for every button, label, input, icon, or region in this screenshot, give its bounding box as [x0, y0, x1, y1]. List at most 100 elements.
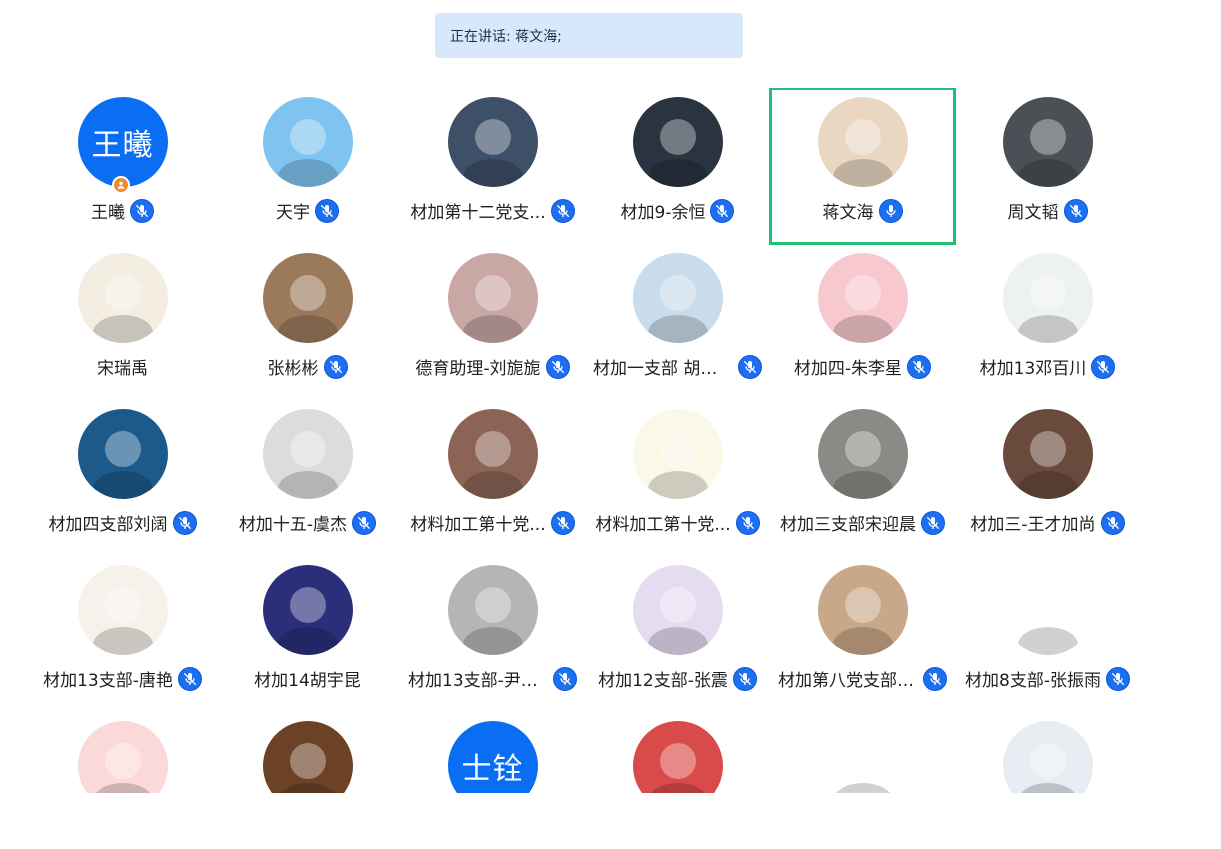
participant-tile[interactable]: 德育助理-刘旎旎	[400, 244, 585, 400]
participant-name-row: 材加四支部刘阔	[30, 510, 215, 535]
fish-cat-cartoon-icon	[77, 565, 168, 655]
mic-muted-icon[interactable]	[352, 510, 377, 535]
participant-name: 天宇	[276, 203, 310, 223]
mic-muted-icon[interactable]	[921, 510, 945, 535]
kuromi-cake-photo-icon	[447, 409, 538, 499]
participant-name: 材加十五-虞杰	[238, 515, 348, 535]
participant-tile[interactable]: 材加13支部-尹正...	[400, 556, 585, 712]
mic-muted-icon[interactable]	[172, 510, 197, 535]
participant-name: 材加14胡宇昆	[254, 671, 361, 691]
participant-name-row: 宋瑞禹	[30, 354, 215, 379]
participant-tile[interactable]: 材加四-朱李星	[770, 244, 955, 400]
mic-muted-icon[interactable]	[1100, 510, 1125, 535]
bear-girl-cartoon-icon	[632, 565, 723, 655]
mic-muted-icon[interactable]	[553, 666, 577, 691]
participant-tile[interactable]: 材加三-王才加尚	[955, 400, 1140, 556]
participant-name: 材料加工第十党...	[595, 515, 731, 535]
participant-tile[interactable]: 蒋文海	[769, 88, 956, 245]
mic-muted-icon[interactable]	[1105, 666, 1130, 691]
iceberg-photo-icon	[77, 409, 168, 499]
mic-muted-icon[interactable]	[177, 666, 202, 691]
participant-tile[interactable]	[215, 712, 400, 793]
shinchan-cartoon-icon	[77, 721, 168, 793]
participant-name: 材加四-朱李星	[793, 359, 903, 379]
mic-muted-icon[interactable]	[1091, 354, 1116, 379]
participant-tile[interactable]: 材加13支部-唐艳	[30, 556, 215, 712]
mic-muted-icon[interactable]	[545, 354, 570, 379]
sky-clouds-photo-icon	[447, 97, 538, 187]
participant-name-row: 材加第八党支部-...	[770, 666, 955, 691]
participant-grid: 王曦 王曦 天宇 材加第十二党支... 材加9-余恒 蒋文海 周文韬 宋瑞禹 张彬彬 德育助理-刘…	[30, 88, 1200, 793]
anime-boy-icon	[1002, 97, 1093, 187]
participant-name-row: 材料加工第十党...	[400, 510, 585, 535]
mic-muted-icon[interactable]	[130, 198, 154, 223]
participant-tile[interactable]	[585, 712, 770, 793]
participant-name: 材加四支部刘阔	[48, 515, 168, 535]
participant-tile[interactable]: 材加12支部-张震	[585, 556, 770, 712]
participant-tile[interactable]: 材加四支部刘阔	[30, 400, 215, 556]
participant-tile[interactable]: 宋瑞禹	[30, 244, 215, 400]
participant-name-row: 张彬彬	[215, 354, 400, 379]
mic-muted-icon[interactable]	[550, 198, 575, 223]
participant-tile[interactable]: 材加第十二党支...	[400, 88, 585, 244]
mic-muted-icon[interactable]	[315, 198, 339, 223]
participant-tile[interactable]: 材加14胡宇昆	[215, 556, 400, 712]
participant-name: 材加13支部-尹正...	[408, 671, 548, 691]
mic-muted-icon[interactable]	[710, 198, 735, 223]
mic-muted-icon[interactable]	[1063, 198, 1088, 223]
participant-name: 王曦	[91, 203, 125, 223]
participant-tile[interactable]: 材加十五-虞杰	[215, 400, 400, 556]
participant-name-row: 材加12支部-张震	[585, 666, 770, 691]
participant-name: 材加13邓百川	[979, 359, 1087, 379]
avatar-text: 士铨	[461, 752, 524, 787]
participant-tile[interactable]: 材料加工第十党...	[400, 400, 585, 556]
participant-tile[interactable]: 材加三支部宋迎晨	[770, 400, 955, 556]
participant-name: 材加一支部 胡诗睿	[593, 359, 733, 379]
mic-muted-icon[interactable]	[923, 666, 947, 691]
participant-tile[interactable]: 材加8支部-张振雨	[955, 556, 1140, 712]
participant-tile[interactable]: 士铨	[400, 712, 585, 793]
avatar: 士铨	[447, 721, 538, 793]
participant-tile[interactable]: 材加9-余恒	[585, 88, 770, 244]
participant-tile[interactable]: 周文韬	[955, 88, 1140, 244]
participant-name-row: 材加第十二党支...	[400, 198, 585, 223]
participant-tile[interactable]	[30, 712, 215, 793]
participant-tile[interactable]	[770, 712, 955, 793]
participant-tile[interactable]: 张彬彬	[215, 244, 400, 400]
participant-name-row: 材加14胡宇昆	[215, 666, 400, 691]
participant-name-row: 材加一支部 胡诗睿	[585, 354, 770, 379]
participant-name: 材加12支部-张震	[598, 671, 728, 691]
participant-tile[interactable]: 材加第八党支部-...	[770, 556, 955, 712]
participant-tile[interactable]: 材料加工第十党...	[585, 400, 770, 556]
mr-bean-poster-icon	[262, 565, 353, 655]
participant-tile[interactable]: 材加一支部 胡诗睿	[585, 244, 770, 400]
mic-muted-icon[interactable]	[738, 354, 762, 379]
participant-name-row: 材加13支部-唐艳	[30, 666, 215, 691]
avatar-text: 王曦	[91, 128, 154, 163]
mic-active-icon[interactable]	[878, 198, 903, 223]
mic-muted-icon[interactable]	[323, 354, 348, 379]
participant-grid-viewport[interactable]: 王曦 王曦 天宇 材加第十二党支... 材加9-余恒 蒋文海 周文韬 宋瑞禹 张彬彬 德育助理-刘…	[30, 88, 1200, 793]
participant-name: 张彬彬	[267, 359, 319, 379]
participant-tile[interactable]	[955, 712, 1140, 793]
participant-name: 材加第十二党支...	[410, 203, 546, 223]
participant-tile[interactable]: 天宇	[215, 88, 400, 244]
superhero-cartoon-icon	[817, 97, 908, 187]
scrollbar[interactable]	[1215, 88, 1221, 498]
cat-blossom-photo-icon	[447, 253, 538, 343]
anime-cap-boy-icon	[262, 409, 353, 499]
mic-muted-icon[interactable]	[550, 510, 575, 535]
avatar: 王曦	[77, 97, 168, 187]
participant-name-row: 材料加工第十党...	[585, 510, 770, 535]
mic-muted-icon[interactable]	[735, 510, 760, 535]
participant-tile[interactable]: 王曦 王曦	[30, 88, 215, 244]
mic-muted-icon[interactable]	[732, 666, 757, 691]
participant-name: 德育助理-刘旎旎	[415, 359, 541, 379]
participant-tile[interactable]: 材加13邓百川	[955, 244, 1140, 400]
mic-muted-icon[interactable]	[907, 354, 932, 379]
seal-photo-icon	[632, 253, 723, 343]
participant-name: 材加8支部-张振雨	[965, 671, 1101, 691]
tiger-costume-cartoon-icon	[817, 253, 908, 343]
participant-name: 蒋文海	[822, 203, 874, 223]
cartoon-boy-glasses-icon	[262, 97, 353, 187]
